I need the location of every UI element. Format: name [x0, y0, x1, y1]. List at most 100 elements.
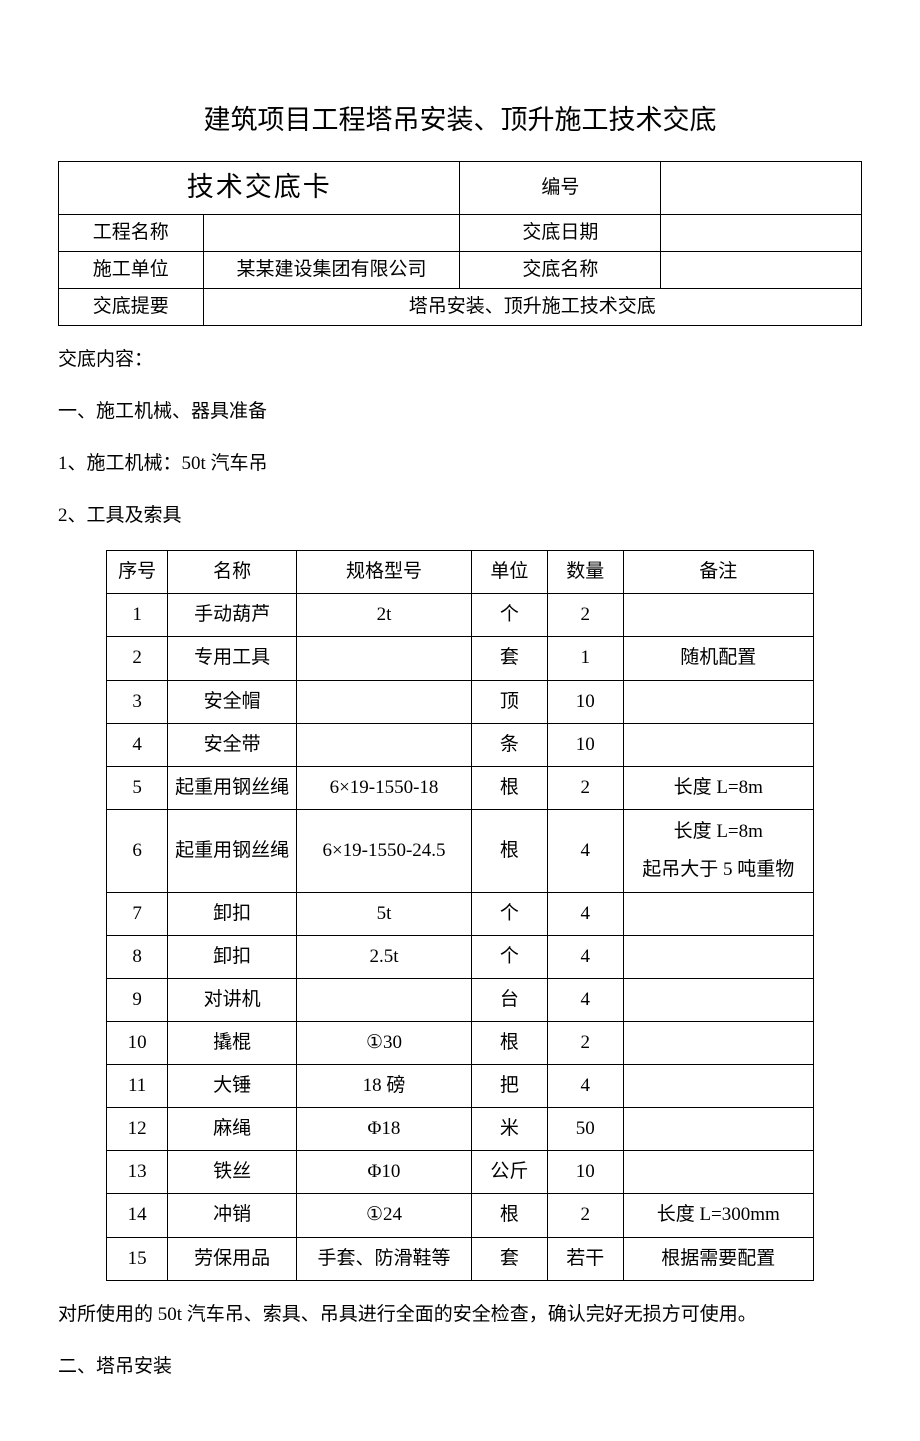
cell-idx: 4 [107, 723, 168, 766]
project-name-value [203, 214, 460, 251]
cell-spec: 6×19-1550-24.5 [297, 809, 472, 892]
cell-qty: 10 [547, 1151, 623, 1194]
table-row: 1手动葫芦2t个2 [107, 594, 814, 637]
cell-unit: 套 [471, 1237, 547, 1280]
cell-spec [297, 637, 472, 680]
summary-value: 塔吊安装、顶升施工技术交底 [203, 288, 861, 325]
table-row: 3安全帽顶10 [107, 680, 814, 723]
cell-unit: 顶 [471, 680, 547, 723]
cell-unit: 台 [471, 979, 547, 1022]
section-1-item-1: 1、施工机械：50t 汽车吊 [58, 446, 862, 482]
cell-spec [297, 680, 472, 723]
cell-qty: 10 [547, 723, 623, 766]
table-row: 2专用工具套1随机配置 [107, 637, 814, 680]
info-card-table: 技术交底卡 编号 工程名称 交底日期 施工单位 某某建设集团有限公司 交底名称 … [58, 161, 862, 326]
table-row: 13铁丝Φ10公斤10 [107, 1151, 814, 1194]
col-header-name: 名称 [168, 551, 297, 594]
cell-unit: 个 [471, 594, 547, 637]
cell-unit: 套 [471, 637, 547, 680]
content-label: 交底内容： [58, 342, 862, 378]
table-row: 4安全带 条10 [107, 723, 814, 766]
cell-unit: 根 [471, 766, 547, 809]
cell-idx: 2 [107, 637, 168, 680]
cell-name: 对讲机 [168, 979, 297, 1022]
col-header-note: 备注 [623, 551, 813, 594]
table-row: 11大锤18 磅把4 [107, 1065, 814, 1108]
section-2-title: 二、塔吊安装 [58, 1349, 862, 1385]
table-row: 15劳保用品手套、防滑鞋等套若干根据需要配置 [107, 1237, 814, 1280]
table-row: 12麻绳Φ18米50 [107, 1108, 814, 1151]
section-1-title: 一、施工机械、器具准备 [58, 394, 862, 430]
cell-qty: 2 [547, 766, 623, 809]
cell-spec: 5t [297, 892, 472, 935]
cell-idx: 3 [107, 680, 168, 723]
cell-unit: 米 [471, 1108, 547, 1151]
after-table-note: 对所使用的 50t 汽车吊、索具、吊具进行全面的安全检查，确认完好无损方可使用。 [58, 1297, 862, 1333]
table-row: 9对讲机台4 [107, 979, 814, 1022]
col-header-spec: 规格型号 [297, 551, 472, 594]
unit-label: 施工单位 [59, 251, 204, 288]
cell-name: 起重用钢丝绳 [168, 766, 297, 809]
cell-idx: 8 [107, 935, 168, 978]
topic-name-value [661, 251, 862, 288]
project-name-label: 工程名称 [59, 214, 204, 251]
cell-note [623, 1065, 813, 1108]
table-row: 6起重用钢丝绳6×19-1550-24.5根4长度 L=8m起吊大于 5 吨重物 [107, 809, 814, 892]
cell-spec: ①30 [297, 1022, 472, 1065]
cell-spec [297, 723, 472, 766]
cell-unit: 把 [471, 1065, 547, 1108]
cell-note [623, 1108, 813, 1151]
cell-qty: 若干 [547, 1237, 623, 1280]
cell-note: 长度 L=8m [623, 766, 813, 809]
cell-note: 长度 L=300mm [623, 1194, 813, 1237]
cell-note [623, 594, 813, 637]
cell-spec: 2.5t [297, 935, 472, 978]
cell-idx: 10 [107, 1022, 168, 1065]
cell-unit: 根 [471, 1194, 547, 1237]
cell-note [623, 723, 813, 766]
cell-name: 冲销 [168, 1194, 297, 1237]
cell-idx: 6 [107, 809, 168, 892]
cell-qty: 2 [547, 1022, 623, 1065]
cell-note [623, 1151, 813, 1194]
cell-qty: 4 [547, 809, 623, 892]
cell-unit: 根 [471, 809, 547, 892]
cell-unit: 条 [471, 723, 547, 766]
cell-name: 安全带 [168, 723, 297, 766]
cell-name: 铁丝 [168, 1151, 297, 1194]
cell-qty: 50 [547, 1108, 623, 1151]
cell-name: 卸扣 [168, 935, 297, 978]
cell-idx: 9 [107, 979, 168, 1022]
col-header-index: 序号 [107, 551, 168, 594]
cell-name: 撬棍 [168, 1022, 297, 1065]
table-row: 14冲销①24根2长度 L=300mm [107, 1194, 814, 1237]
cell-note [623, 680, 813, 723]
table-row: 5起重用钢丝绳6×19-1550-18根2长度 L=8m [107, 766, 814, 809]
cell-qty: 1 [547, 637, 623, 680]
cell-qty: 2 [547, 1194, 623, 1237]
cell-qty: 2 [547, 594, 623, 637]
cell-spec: ①24 [297, 1194, 472, 1237]
cell-name: 麻绳 [168, 1108, 297, 1151]
cell-note [623, 979, 813, 1022]
col-header-qty: 数量 [547, 551, 623, 594]
cell-name: 大锤 [168, 1065, 297, 1108]
cell-spec: 6×19-1550-18 [297, 766, 472, 809]
cell-spec: 18 磅 [297, 1065, 472, 1108]
cell-idx: 1 [107, 594, 168, 637]
cell-spec: Φ18 [297, 1108, 472, 1151]
cell-unit: 根 [471, 1022, 547, 1065]
cell-name: 专用工具 [168, 637, 297, 680]
tools-header-row: 序号 名称 规格型号 单位 数量 备注 [107, 551, 814, 594]
cell-idx: 14 [107, 1194, 168, 1237]
bianhao-label: 编号 [460, 162, 661, 214]
unit-value: 某某建设集团有限公司 [203, 251, 460, 288]
summary-label: 交底提要 [59, 288, 204, 325]
cell-name: 起重用钢丝绳 [168, 809, 297, 892]
section-1-item-2: 2、工具及索具 [58, 498, 862, 534]
cell-idx: 13 [107, 1151, 168, 1194]
cell-name: 劳保用品 [168, 1237, 297, 1280]
cell-qty: 4 [547, 1065, 623, 1108]
cell-idx: 5 [107, 766, 168, 809]
cell-unit: 个 [471, 892, 547, 935]
